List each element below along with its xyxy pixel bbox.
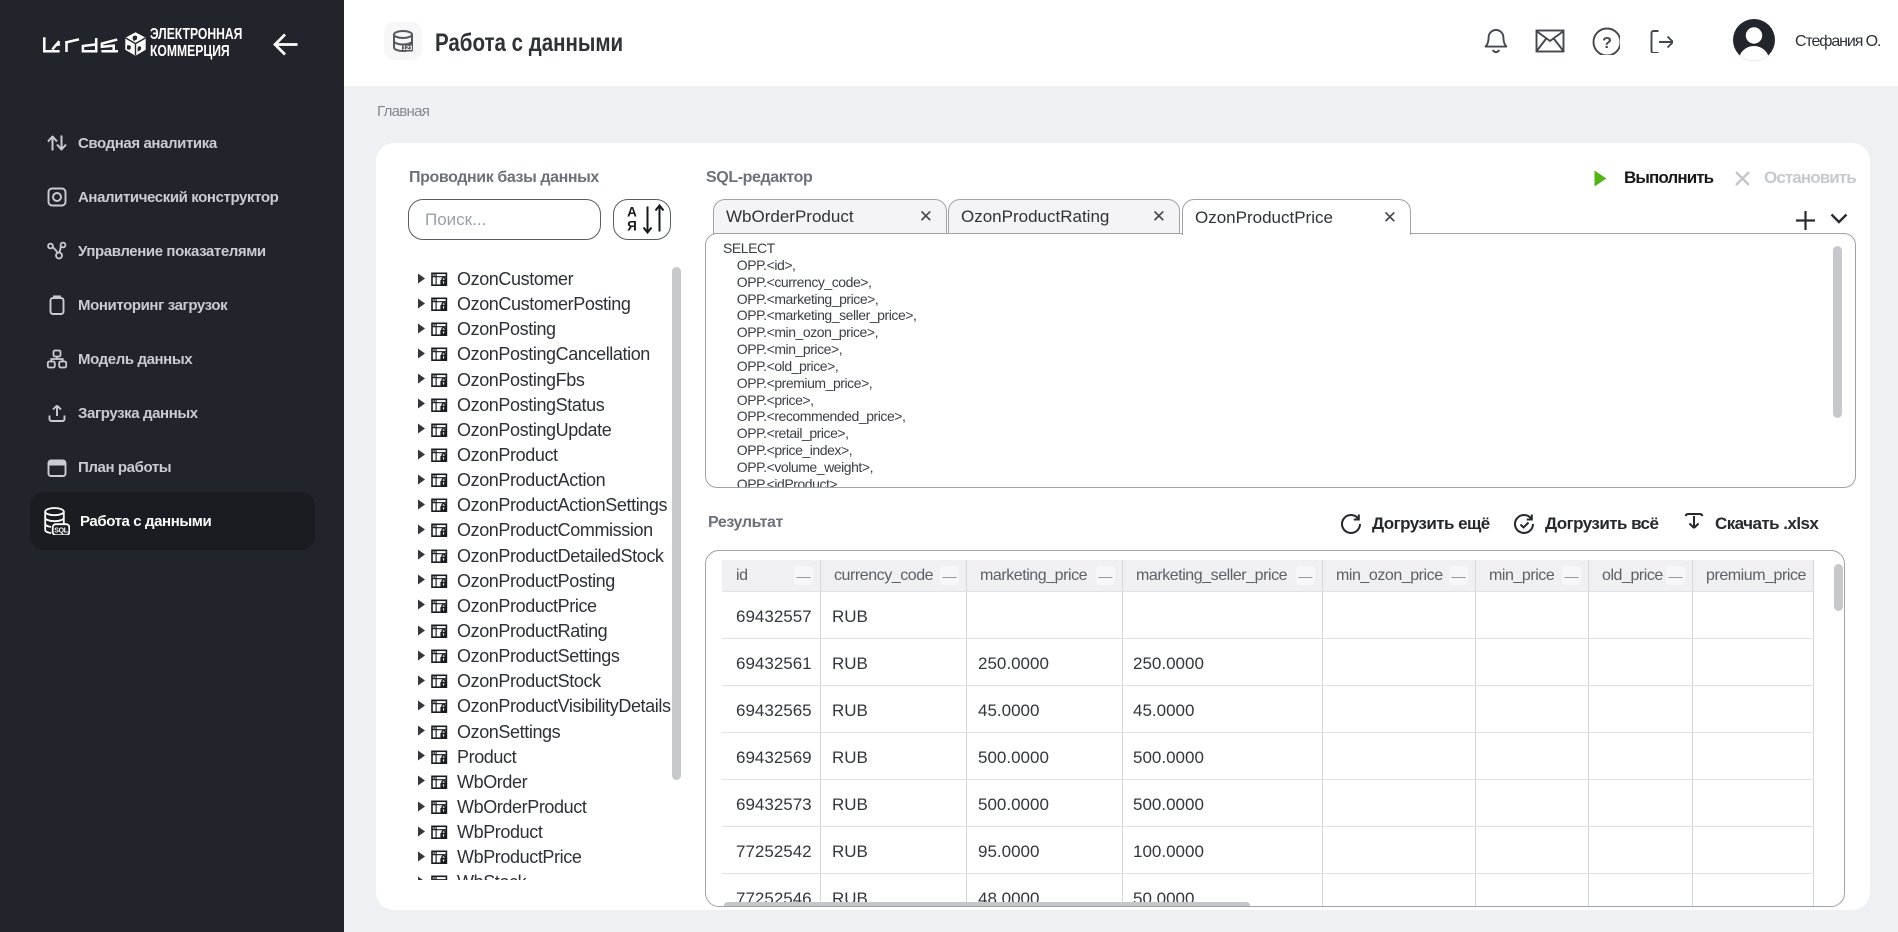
svg-text:123: 123 <box>402 46 413 52</box>
svg-text:SQL: SQL <box>54 528 69 535</box>
svg-text:?: ? <box>1602 35 1612 52</box>
svg-text:Я: Я <box>627 219 637 234</box>
svg-text:А: А <box>627 205 637 220</box>
